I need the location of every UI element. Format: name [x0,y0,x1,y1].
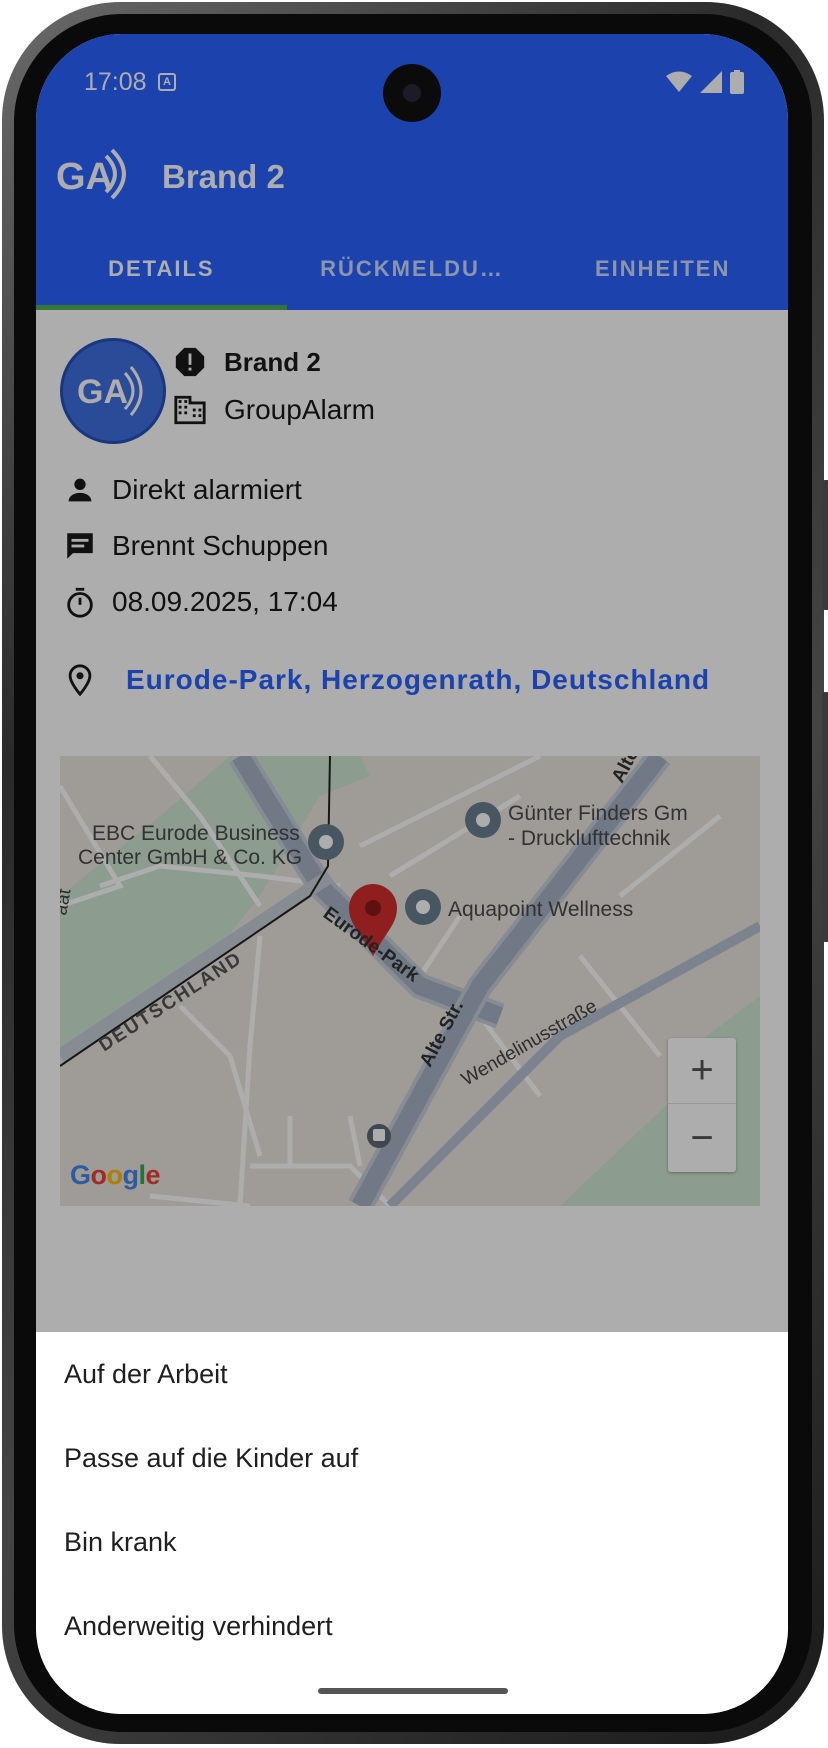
map-label-aquapoint: Aquapoint Wellness [448,898,633,921]
volume-button [822,692,828,942]
alert-octagon-icon [170,342,210,382]
groupalarm-logo-icon: GA [56,148,126,200]
alarm-message: Brennt Schuppen [112,530,329,561]
status-bar: 17:08 A [36,34,788,122]
map-canvas: EBC Eurode Business Center GmbH & Co. KG… [60,756,760,1206]
zoom-out-button[interactable]: − [668,1105,736,1171]
details-content: GA Brand 2 GroupAlarm Direkt alarmiert B… [36,310,788,1338]
organization-row: GroupAlarm [170,390,375,430]
battery-icon [730,70,744,94]
notification-badge: A [158,73,176,91]
poi-pin-aquapoint[interactable] [405,889,441,925]
svg-text:GA: GA [56,156,113,198]
map-zoom-controls: + − [668,1038,736,1172]
map-label-ebc-1: EBC Eurode Business [92,822,300,845]
alert-type-row: Direkt alarmiert [60,470,302,510]
tab-einheiten[interactable]: EINHEITEN [537,228,788,310]
tab-rueckmeldungen[interactable]: RÜCKMELDU… [287,228,538,310]
wifi-icon [666,71,692,92]
location-link[interactable]: Eurode-Park, Herzogenrath, Deutschland [126,664,710,696]
alarm-title-row: Brand 2 [170,342,321,382]
map-label-gunter-2: - Drucklufttechnik [508,827,671,850]
groupalarm-avatar-icon: GA [77,366,143,416]
google-attribution: Google [70,1160,161,1190]
response-bottom-sheet: Auf der Arbeit Passe auf die Kinder auf … [36,1332,788,1714]
zoom-in-button[interactable]: + [668,1038,736,1104]
alert-type: Direkt alarmiert [112,474,302,505]
alarm-datetime: 08.09.2025, 17:04 [112,586,338,617]
poi-pin-gunter[interactable] [465,802,501,838]
response-option-sick[interactable]: Bin krank [64,1500,764,1584]
alarm-title: Brand 2 [224,346,321,377]
building-icon [170,390,210,430]
screen: 17:08 A GA Brand 2 DETAILS RÜCKMELDU… EI… [36,34,788,1714]
status-time: 17:08 [84,68,147,96]
timer-icon [60,582,100,622]
location-row[interactable]: Eurode-Park, Herzogenrath, Deutschland [60,660,710,700]
organization-name: GroupAlarm [224,394,375,425]
map-label-gunter-1: Günter Finders Gm [508,802,688,825]
front-camera [383,64,441,122]
message-row: Brennt Schuppen [60,526,328,566]
organization-avatar: GA [60,338,166,444]
response-option-childcare[interactable]: Passe auf die Kinder auf [64,1416,764,1500]
app-title: Brand 2 [162,158,285,195]
map-label-ebc-2: Center GmbH & Co. KG [78,846,302,869]
location-pin-icon [60,660,100,700]
response-option-at-work[interactable]: Auf der Arbeit [64,1332,764,1416]
tab-bar: DETAILS RÜCKMELDU… EINHEITEN [36,228,788,310]
poi-pin-ebc[interactable] [308,824,344,860]
svg-text:GA: GA [77,373,128,411]
home-indicator[interactable] [318,1688,508,1694]
person-icon [60,470,100,510]
message-icon [60,526,100,566]
tab-details[interactable]: DETAILS [36,228,287,310]
datetime-row: 08.09.2025, 17:04 [60,582,338,622]
signal-icon [700,71,722,93]
status-icons [666,70,744,94]
location-map[interactable]: EBC Eurode Business Center GmbH & Co. KG… [60,756,760,1206]
app-bar: 17:08 A GA Brand 2 DETAILS RÜCKMELDU… EI… [36,34,788,310]
bus-stop-icon [367,1124,391,1148]
power-button [822,480,828,610]
response-option-otherwise[interactable]: Anderweitig verhindert [64,1584,764,1668]
